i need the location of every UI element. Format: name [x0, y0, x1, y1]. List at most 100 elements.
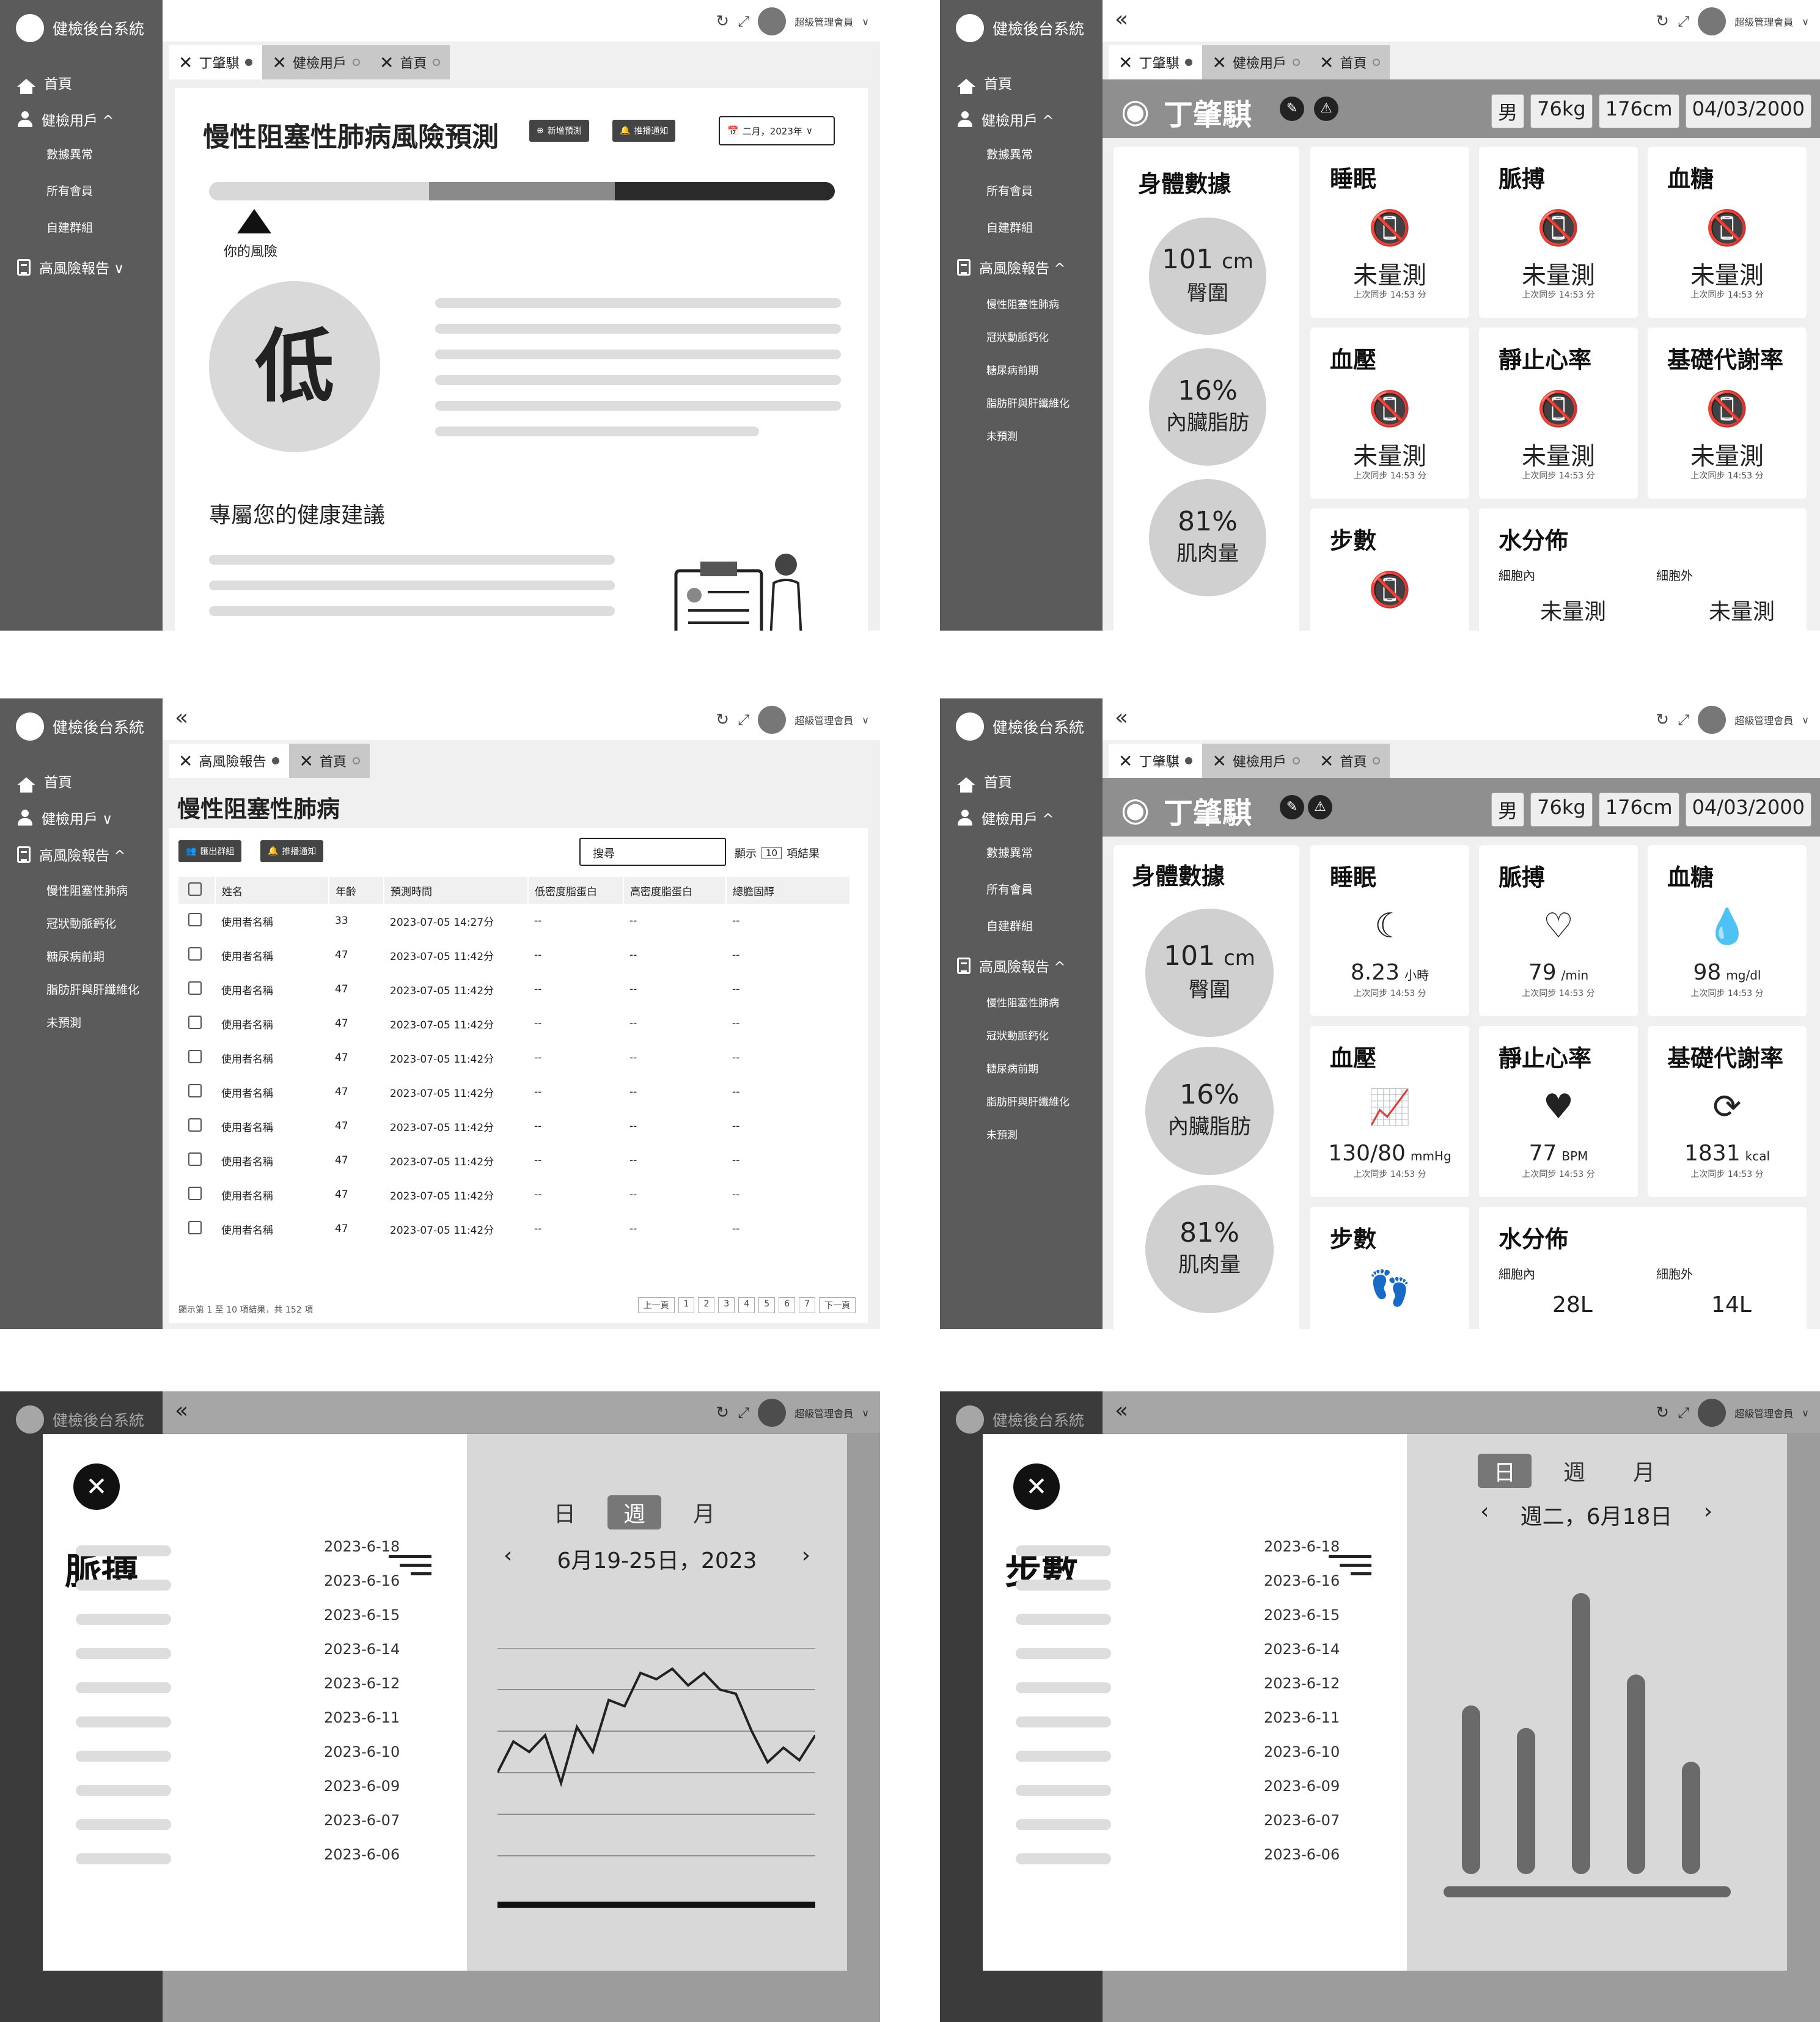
sidebar-item-home[interactable]: 首頁 [17, 771, 72, 793]
col-hdl[interactable]: 高密度脂蛋白 [623, 877, 727, 904]
sidebar-sub-item[interactable]: 自建群組 [986, 917, 1033, 934]
sidebar-sub-item[interactable]: 數據異常 [46, 145, 93, 162]
col-ldl[interactable]: 低密度脂蛋白 [528, 877, 624, 904]
sidebar-sub-item[interactable]: 糖尿病前期 [986, 362, 1038, 377]
sidebar-sub-item[interactable]: 脂肪肝與肝纖維化 [986, 395, 1070, 410]
date-item[interactable]: 2023-6-18 [1264, 1538, 1340, 1555]
page-button[interactable]: 6 [779, 1297, 796, 1313]
date-item[interactable]: 2023-6-09 [324, 1778, 400, 1795]
checkbox[interactable] [188, 1049, 202, 1063]
date-item[interactable]: 2023-6-16 [1264, 1572, 1340, 1589]
refresh-icon[interactable]: ↻ [1656, 12, 1669, 31]
date-item[interactable]: 2023-6-07 [324, 1812, 400, 1829]
page-button[interactable]: 1 [678, 1297, 695, 1313]
checkbox[interactable] [188, 1083, 202, 1097]
warning-icon[interactable]: ⚠ [1314, 97, 1338, 121]
checkbox[interactable] [188, 947, 202, 961]
date-item[interactable]: 2023-6-12 [324, 1675, 400, 1692]
search-input[interactable]: 搜尋 [579, 838, 726, 866]
table-row[interactable]: 使用者名稱 47 2023-07-05 11:42分 -- -- -- [178, 1178, 850, 1212]
user-name[interactable]: 超級管理會員 [1734, 712, 1793, 727]
checkbox[interactable] [188, 1118, 202, 1132]
metric-card-sugar[interactable]: 血糖 📵 未量測 上次同步 14:53 分 [1648, 147, 1807, 318]
sidebar-sub-item[interactable]: 所有會員 [986, 881, 1033, 897]
date-item[interactable]: 2023-6-11 [1264, 1709, 1340, 1726]
date-item[interactable]: 2023-6-10 [1264, 1743, 1340, 1760]
row-select[interactable] [178, 1178, 215, 1212]
tab-patient[interactable]: ✕ 丁肇騏 [169, 45, 263, 79]
chevron-right-icon[interactable]: › [802, 1543, 810, 1575]
tab-month[interactable]: 月 [1617, 1454, 1671, 1488]
close-icon[interactable]: ✕ [178, 53, 193, 73]
row-select[interactable] [178, 1041, 215, 1075]
steps-bar[interactable] [1627, 1674, 1645, 1874]
push-button[interactable]: 🔔 推播通知 [260, 840, 324, 862]
sidebar-item-home[interactable]: 首頁 [17, 72, 72, 94]
user-name[interactable]: 超級管理會員 [794, 14, 853, 29]
checkbox[interactable] [188, 1015, 202, 1029]
metric-card-pulse[interactable]: 脈搏 ♡ 79/min 上次同步 14:53 分 [1479, 845, 1638, 1016]
close-icon[interactable]: ✕ [1212, 53, 1226, 73]
tab-patient[interactable]: ✕ 丁肇騏 [1109, 744, 1203, 778]
collapse-icon[interactable]: « [175, 707, 188, 729]
next-page-button[interactable]: 下一頁 [819, 1297, 856, 1313]
tab-day[interactable]: 日 [1478, 1454, 1532, 1488]
tab-week[interactable]: 週 [607, 1495, 662, 1529]
col-age[interactable]: 年齡 [329, 877, 384, 904]
tab-home[interactable]: ✕ 首頁 [289, 744, 370, 778]
sidebar-sub-item[interactable]: 未預測 [986, 428, 1018, 443]
tab-patient[interactable]: ✕ 丁肇騏 [1109, 45, 1203, 79]
sidebar-sub-item[interactable]: 自建群組 [46, 219, 93, 235]
page-button[interactable]: 3 [718, 1297, 735, 1313]
fullscreen-icon[interactable]: ⤢ [738, 711, 749, 728]
row-select[interactable] [178, 1143, 215, 1178]
close-icon[interactable]: ✕ [1319, 751, 1334, 771]
date-item[interactable]: 2023-6-11 [324, 1709, 400, 1726]
metric-card-water[interactable]: 水分佈 細胞內 細胞外 未量測 未量測 [1479, 508, 1807, 631]
sidebar-item-reports[interactable]: 高風險報告 ^ [957, 955, 1066, 976]
date-item[interactable]: 2023-6-16 [324, 1572, 400, 1589]
row-select[interactable] [178, 972, 215, 1006]
sidebar-item-users[interactable]: 健檢用戶 ^ [957, 109, 1054, 130]
tab-reports[interactable]: ✕ 高風險報告 [169, 744, 290, 778]
table-row[interactable]: 使用者名稱 47 2023-07-05 11:42分 -- -- -- [178, 1075, 850, 1109]
refresh-icon[interactable]: ↻ [716, 12, 729, 31]
avatar[interactable] [1698, 7, 1726, 35]
sidebar-item-reports[interactable]: 高風險報告 ∨ [17, 257, 124, 277]
metric-card-pulse[interactable]: 脈搏 📵 未量測 上次同步 14:53 分 [1479, 147, 1638, 318]
metric-card-sugar[interactable]: 血糖 💧 98 mg/dl 上次同步 14:53 分 [1648, 845, 1807, 1016]
metric-card-sleep[interactable]: 睡眠 📵 未量測 上次同步 14:53 分 [1310, 147, 1469, 318]
checkbox[interactable] [188, 912, 202, 926]
tab-week[interactable]: 週 [1547, 1454, 1601, 1488]
close-icon[interactable]: ✕ [299, 751, 313, 771]
tab-home[interactable]: ✕ 首頁 [369, 45, 450, 79]
row-select[interactable] [178, 904, 215, 938]
table-row[interactable]: 使用者名稱 47 2023-07-05 11:42分 -- -- -- [178, 1143, 850, 1178]
chevron-right-icon[interactable]: › [1704, 1499, 1712, 1531]
steps-bar[interactable] [1572, 1593, 1590, 1874]
prev-page-button[interactable]: 上一頁 [637, 1297, 675, 1313]
table-row[interactable]: 使用者名稱 47 2023-07-05 11:42分 -- -- -- [178, 972, 850, 1006]
sidebar-item-users[interactable]: 健檢用戶 ^ [957, 807, 1054, 828]
page-size-select[interactable]: 10 [761, 847, 782, 859]
tab-month[interactable]: 月 [677, 1495, 731, 1529]
date-item[interactable]: 2023-6-14 [324, 1641, 400, 1658]
sidebar-item-reports[interactable]: 高風險報告 ^ [17, 844, 126, 865]
sidebar-sub-item[interactable]: 未預測 [986, 1126, 1018, 1141]
steps-bar[interactable] [1517, 1727, 1535, 1874]
date-item[interactable]: 2023-6-12 [1264, 1675, 1340, 1692]
user-name[interactable]: 超級管理會員 [1734, 14, 1793, 29]
metric-card-steps[interactable]: 步數 👣 [1310, 1207, 1469, 1329]
sidebar-sub-item[interactable]: 數據異常 [986, 844, 1033, 860]
sidebar-sub-item[interactable]: 慢性阻塞性肺病 [46, 882, 128, 898]
sidebar-sub-item[interactable]: 冠狀動脈鈣化 [986, 329, 1049, 344]
brand[interactable]: 健檢後台系統 [940, 698, 1103, 755]
sidebar-sub-item[interactable]: 冠狀動脈鈣化 [46, 915, 116, 931]
row-select[interactable] [178, 1109, 215, 1143]
sidebar-sub-item[interactable]: 所有會員 [986, 182, 1033, 199]
date-item[interactable]: 2023-6-09 [1264, 1778, 1340, 1795]
date-item[interactable]: 2023-6-06 [1264, 1846, 1340, 1863]
fullscreen-icon[interactable]: ⤢ [738, 13, 749, 30]
metric-card-bmr[interactable]: 基礎代謝率 📵 未量測 上次同步 14:53 分 [1648, 328, 1807, 499]
table-row[interactable]: 使用者名稱 47 2023-07-05 11:42分 -- -- -- [178, 1041, 850, 1075]
